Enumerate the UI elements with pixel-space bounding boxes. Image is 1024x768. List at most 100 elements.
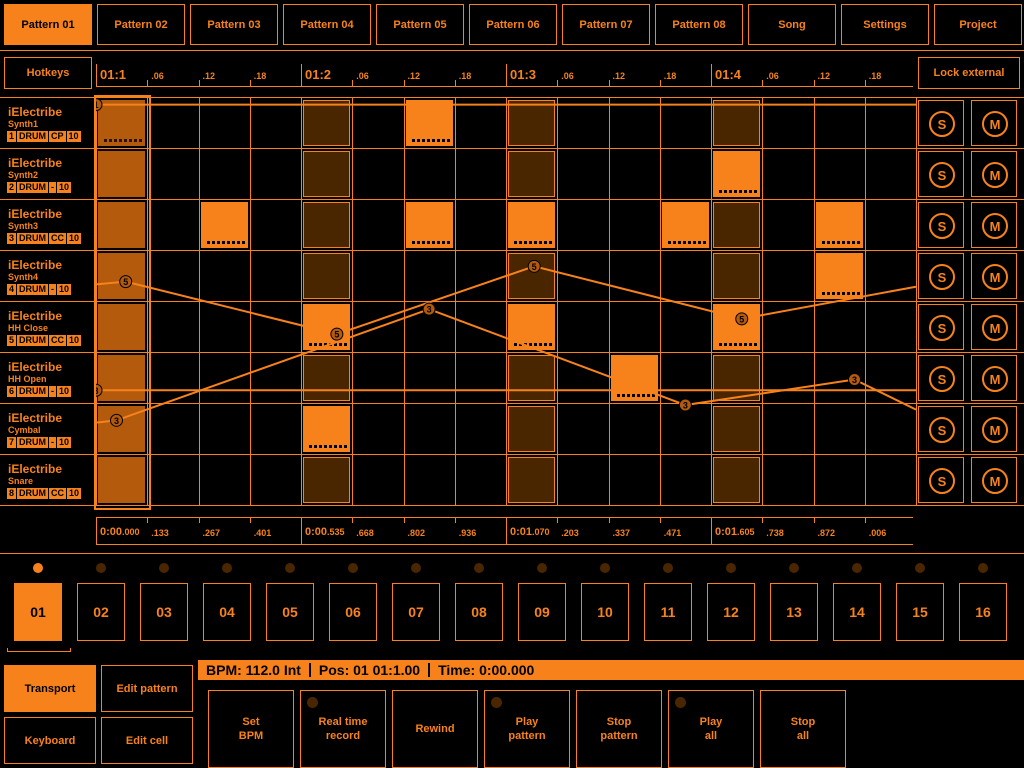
automation-node-label: 3 [852,375,857,385]
time-label: .267 [203,528,221,538]
pattern-led [33,563,43,573]
pattern-slot-09[interactable]: 09 [518,583,566,641]
time-label: 0:00.000 [100,526,140,538]
transport-stop-pattern[interactable]: Stop pattern [576,690,662,768]
time-minor: .471 [663,528,682,538]
time-tick [813,517,815,523]
time-tick [711,517,712,545]
time-minor: .267 [202,528,221,538]
status-indicator [491,697,502,708]
pattern-led [915,563,925,573]
pattern-slot-07[interactable]: 07 [392,583,440,641]
pattern-led [411,563,421,573]
automation-line-3[interactable] [70,308,916,425]
status-indicator [675,697,686,708]
mode-edit-pattern[interactable]: Edit pattern [101,665,193,712]
time-ruler-bottom [96,544,913,545]
automation-layer: 1 8 5 5 5 5 3 3 3 3 [70,98,916,427]
pattern-slot-03[interactable]: 03 [140,583,188,641]
pattern-led [978,563,988,573]
pattern-slot-01[interactable]: 01 [14,583,62,641]
bpm-readout: BPM: 112.0 Int [206,662,301,678]
pattern-divider [0,553,1024,554]
status-indicator [307,697,318,708]
time-tick [198,517,200,523]
status-bar: BPM: 112.0 Int Pos: 01 01:1.00 Time: 0:00.… [198,660,1024,680]
pattern-led [600,563,610,573]
time-label: .802 [408,528,426,538]
time-minor: .936 [458,528,477,538]
time-tick [659,517,661,523]
pattern-slot-05[interactable]: 05 [266,583,314,641]
time-label: 0:01.605 [715,526,755,538]
pattern-slot-14[interactable]: 14 [833,583,881,641]
time-minor: .872 [817,528,836,538]
time-minor: .006 [868,528,887,538]
time-major: 0:01 [510,526,533,538]
pattern-led [537,563,547,573]
pattern-slot-15[interactable]: 15 [896,583,944,641]
mode-edit-cell[interactable]: Edit cell [101,717,193,764]
time-ruler-top [96,517,913,518]
time-major: 0:00 [305,526,328,538]
time-label: .668 [356,528,374,538]
time-tick [249,517,251,523]
time-minor: .802 [407,528,426,538]
time-readout: Time: 0:00.000 [438,662,535,678]
automation-node-label: 3 [114,416,119,426]
time-minor: .668 [356,528,374,538]
pattern-slot-08[interactable]: 08 [455,583,503,641]
pattern-led [96,563,106,573]
automation-node-label: 3 [427,305,432,315]
pattern-led [726,563,736,573]
time-minor: .203 [561,528,579,538]
time-minor: .401 [253,528,272,538]
time-label: .006 [869,528,887,538]
pattern-led [474,563,484,573]
time-label: 0:01.070 [510,526,550,538]
pattern-led [789,563,799,573]
pattern-led [348,563,358,573]
pattern-slot-12[interactable]: 12 [707,583,755,641]
automation-node-label: 5 [532,262,537,272]
time-minor: .133 [151,528,169,538]
time-tick [762,517,764,523]
time-tick [454,517,456,523]
mode-transport[interactable]: Transport [4,665,96,712]
time-label: .936 [459,528,477,538]
transport-real-time-record[interactable]: Real time record [300,690,386,768]
time-label: .203 [561,528,579,538]
automation-node-label: 3 [683,401,688,411]
automation-node-label: 1 [93,100,98,110]
pattern-slot-02[interactable]: 02 [77,583,125,641]
time-label: .738 [766,528,784,538]
time-label: .401 [254,528,272,538]
transport-stop-all[interactable]: Stop all [760,690,846,768]
automation-line-5[interactable] [70,265,916,336]
time-minor: .070 [532,527,550,537]
time-tick [403,517,405,523]
transport-play-pattern[interactable]: Play pattern [484,690,570,768]
pattern-slot-10[interactable]: 10 [581,583,629,641]
time-tick [506,517,507,545]
mode-keyboard[interactable]: Keyboard [4,717,96,764]
pattern-slot-11[interactable]: 11 [644,583,692,641]
automation-node-label: 5 [739,314,744,324]
pattern-slot-04[interactable]: 04 [203,583,251,641]
time-minor: .000 [122,527,140,537]
transport-play-all[interactable]: Play all [668,690,754,768]
pattern-led [222,563,232,573]
pattern-slot-13[interactable]: 13 [770,583,818,641]
time-major: 0:00 [100,526,123,538]
pattern-slot-16[interactable]: 16 [959,583,1007,641]
pattern-led [159,563,169,573]
time-minor: .337 [612,528,631,538]
pattern-slot-06[interactable]: 06 [329,583,377,641]
pattern-underline [7,648,71,652]
transport-rewind[interactable]: Rewind [392,690,478,768]
time-label: .471 [664,528,682,538]
pattern-led [285,563,295,573]
time-minor: .738 [766,528,784,538]
transport-set-bpm[interactable]: Set BPM [208,690,294,768]
time-tick [557,517,559,523]
